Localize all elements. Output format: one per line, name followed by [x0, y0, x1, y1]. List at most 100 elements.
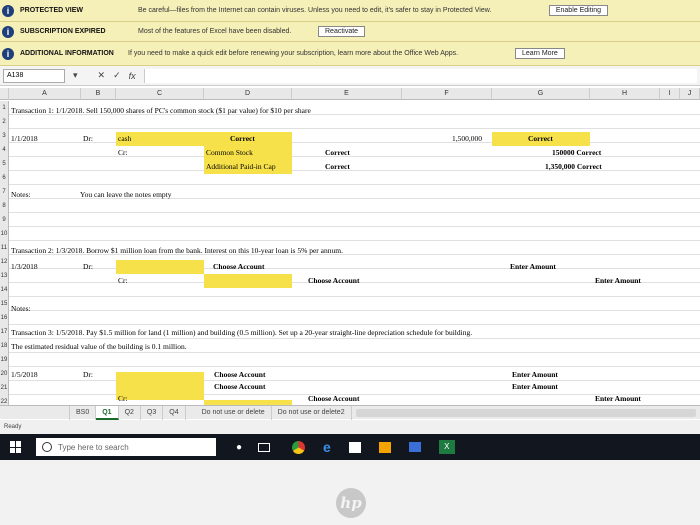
sheet-tab[interactable]: Q4	[163, 405, 186, 420]
cell[interactable]: Choose Account	[213, 262, 264, 271]
row-header[interactable]: 1	[0, 101, 9, 115]
taskbar-search[interactable]: Type here to search	[36, 438, 216, 456]
learn-more-button[interactable]: Learn More	[515, 48, 565, 59]
cell[interactable]: 1/5/2018	[11, 370, 38, 379]
horizontal-scrollbar[interactable]	[355, 408, 696, 417]
excel-icon[interactable]: X	[438, 440, 455, 454]
cell[interactable]: Correct	[528, 134, 553, 143]
cell[interactable]: Transaction 3: 1/5/2018. Pay $1.5 millio…	[11, 328, 472, 337]
column-header[interactable]: H	[590, 88, 660, 100]
row-header[interactable]: 14	[0, 283, 9, 297]
cell[interactable]: Enter Amount	[510, 262, 556, 271]
row-header[interactable]: 8	[0, 199, 9, 213]
row-header[interactable]: 3	[0, 129, 9, 143]
cell[interactable]: 1/1/2018	[11, 134, 38, 143]
cell[interactable]: Dr:	[83, 370, 93, 379]
row-header[interactable]: 18	[0, 339, 9, 353]
row-header[interactable]: 5	[0, 157, 9, 171]
microphone-icon[interactable]: ●	[236, 442, 242, 453]
cell[interactable]: Notes:	[11, 304, 31, 313]
windows-start-icon[interactable]	[10, 441, 22, 453]
cell[interactable]: Enter Amount	[595, 276, 641, 285]
cancel-icon[interactable]: ✕	[98, 70, 106, 81]
row-header[interactable]: 16	[0, 311, 9, 325]
cell[interactable]: Correct	[325, 148, 350, 157]
row-header[interactable]: 17	[0, 325, 9, 339]
row-header[interactable]: 4	[0, 143, 9, 157]
cell[interactable]: 1/3/2018	[11, 262, 38, 271]
chrome-icon[interactable]	[292, 440, 306, 454]
cell[interactable]: Dr:	[83, 134, 93, 143]
cell[interactable]: Transaction 1: 1/1/2018. Sell 150,000 sh…	[11, 106, 311, 115]
cell[interactable]: Choose Account	[308, 394, 359, 403]
cell[interactable]: 1,350,000 Correct	[545, 162, 602, 171]
tab-nav[interactable]	[0, 405, 70, 420]
column-header[interactable]: F	[402, 88, 492, 100]
column-header[interactable]: D	[204, 88, 292, 100]
spreadsheet-grid[interactable]: A B C D E F G H I J 1 2 3 4 5 6 7 8 9 10 11 12 13 14 1…	[0, 88, 700, 408]
enter-icon[interactable]: ✓	[113, 70, 121, 81]
row-header[interactable]: 7	[0, 185, 9, 199]
mail-icon[interactable]	[408, 442, 421, 452]
sheet-tab-active[interactable]: Q1	[96, 405, 119, 420]
taskbar: Type here to search ● e X	[0, 434, 700, 460]
row-header[interactable]: 15	[0, 297, 9, 311]
cell[interactable]: cash	[118, 134, 131, 143]
store-icon[interactable]	[378, 441, 391, 453]
row-header[interactable]: 21	[0, 381, 9, 395]
grid-line	[9, 324, 700, 325]
column-header[interactable]: G	[492, 88, 590, 100]
cell[interactable]: Enter Amount	[512, 382, 558, 391]
fx-icon[interactable]: fx	[129, 71, 136, 81]
cell[interactable]: Additional Paid-in Cap	[206, 162, 276, 171]
cell[interactable]: Choose Account	[214, 370, 265, 379]
column-header[interactable]: C	[116, 88, 204, 100]
cell[interactable]: Enter Amount	[512, 370, 558, 379]
cell[interactable]: Correct	[230, 134, 255, 143]
column-header[interactable]: J	[680, 88, 700, 100]
formula-input[interactable]	[143, 68, 697, 83]
row-header[interactable]: 10	[0, 227, 9, 241]
cell[interactable]: Enter Amount	[595, 394, 641, 403]
row-header[interactable]: 12	[0, 255, 9, 269]
highlight-cell	[116, 372, 204, 400]
edge-icon[interactable]: e	[323, 439, 331, 455]
cell[interactable]: Cr:	[118, 148, 128, 157]
cell[interactable]: The estimated residual value of the buil…	[11, 342, 187, 351]
cell[interactable]: Dr:	[83, 262, 93, 271]
select-all[interactable]	[0, 88, 9, 100]
column-header[interactable]: A	[9, 88, 81, 100]
cell-label[interactable]: Do not use or delete2	[272, 405, 352, 420]
cell[interactable]: Choose Account	[214, 382, 265, 391]
dropdown-icon[interactable]: ▾	[73, 70, 78, 81]
row-header[interactable]: 19	[0, 353, 9, 367]
enable-editing-button[interactable]: Enable Editing	[548, 5, 608, 16]
sheet-tab[interactable]: Q3	[141, 405, 164, 420]
cell[interactable]: Cr:	[118, 394, 128, 403]
sheet-tab[interactable]: BS0	[70, 405, 97, 420]
cell[interactable]: Notes:	[11, 190, 31, 199]
name-box[interactable]: A138	[3, 68, 65, 83]
cell[interactable]: You can leave the notes empty	[80, 190, 172, 199]
reactivate-button[interactable]: Reactivate	[318, 26, 366, 37]
row-header[interactable]: 9	[0, 213, 9, 227]
cell[interactable]: Cr:	[118, 276, 128, 285]
column-header[interactable]: I	[660, 88, 680, 100]
cell[interactable]: Transaction 2: 1/3/2018. Borrow $1 milli…	[11, 246, 343, 255]
cell[interactable]: Common Stock	[206, 148, 253, 157]
cell[interactable]: 1,500,000	[452, 134, 482, 143]
cell[interactable]: 150000 Correct	[552, 148, 601, 157]
row-header[interactable]: 20	[0, 367, 9, 381]
task-view-icon[interactable]	[258, 442, 271, 452]
row-header[interactable]: 11	[0, 241, 9, 255]
cell[interactable]: Correct	[325, 162, 350, 171]
cell[interactable]: Choose Account	[308, 276, 359, 285]
row-header[interactable]: 6	[0, 171, 9, 185]
column-header[interactable]: B	[81, 88, 116, 100]
sheet-tab[interactable]: Q2	[119, 405, 141, 420]
cell-label[interactable]: Do not use or delete	[196, 405, 272, 420]
row-header[interactable]: 2	[0, 115, 9, 129]
column-header[interactable]: E	[292, 88, 402, 100]
row-header[interactable]: 13	[0, 269, 9, 283]
store-icon[interactable]	[348, 441, 361, 453]
